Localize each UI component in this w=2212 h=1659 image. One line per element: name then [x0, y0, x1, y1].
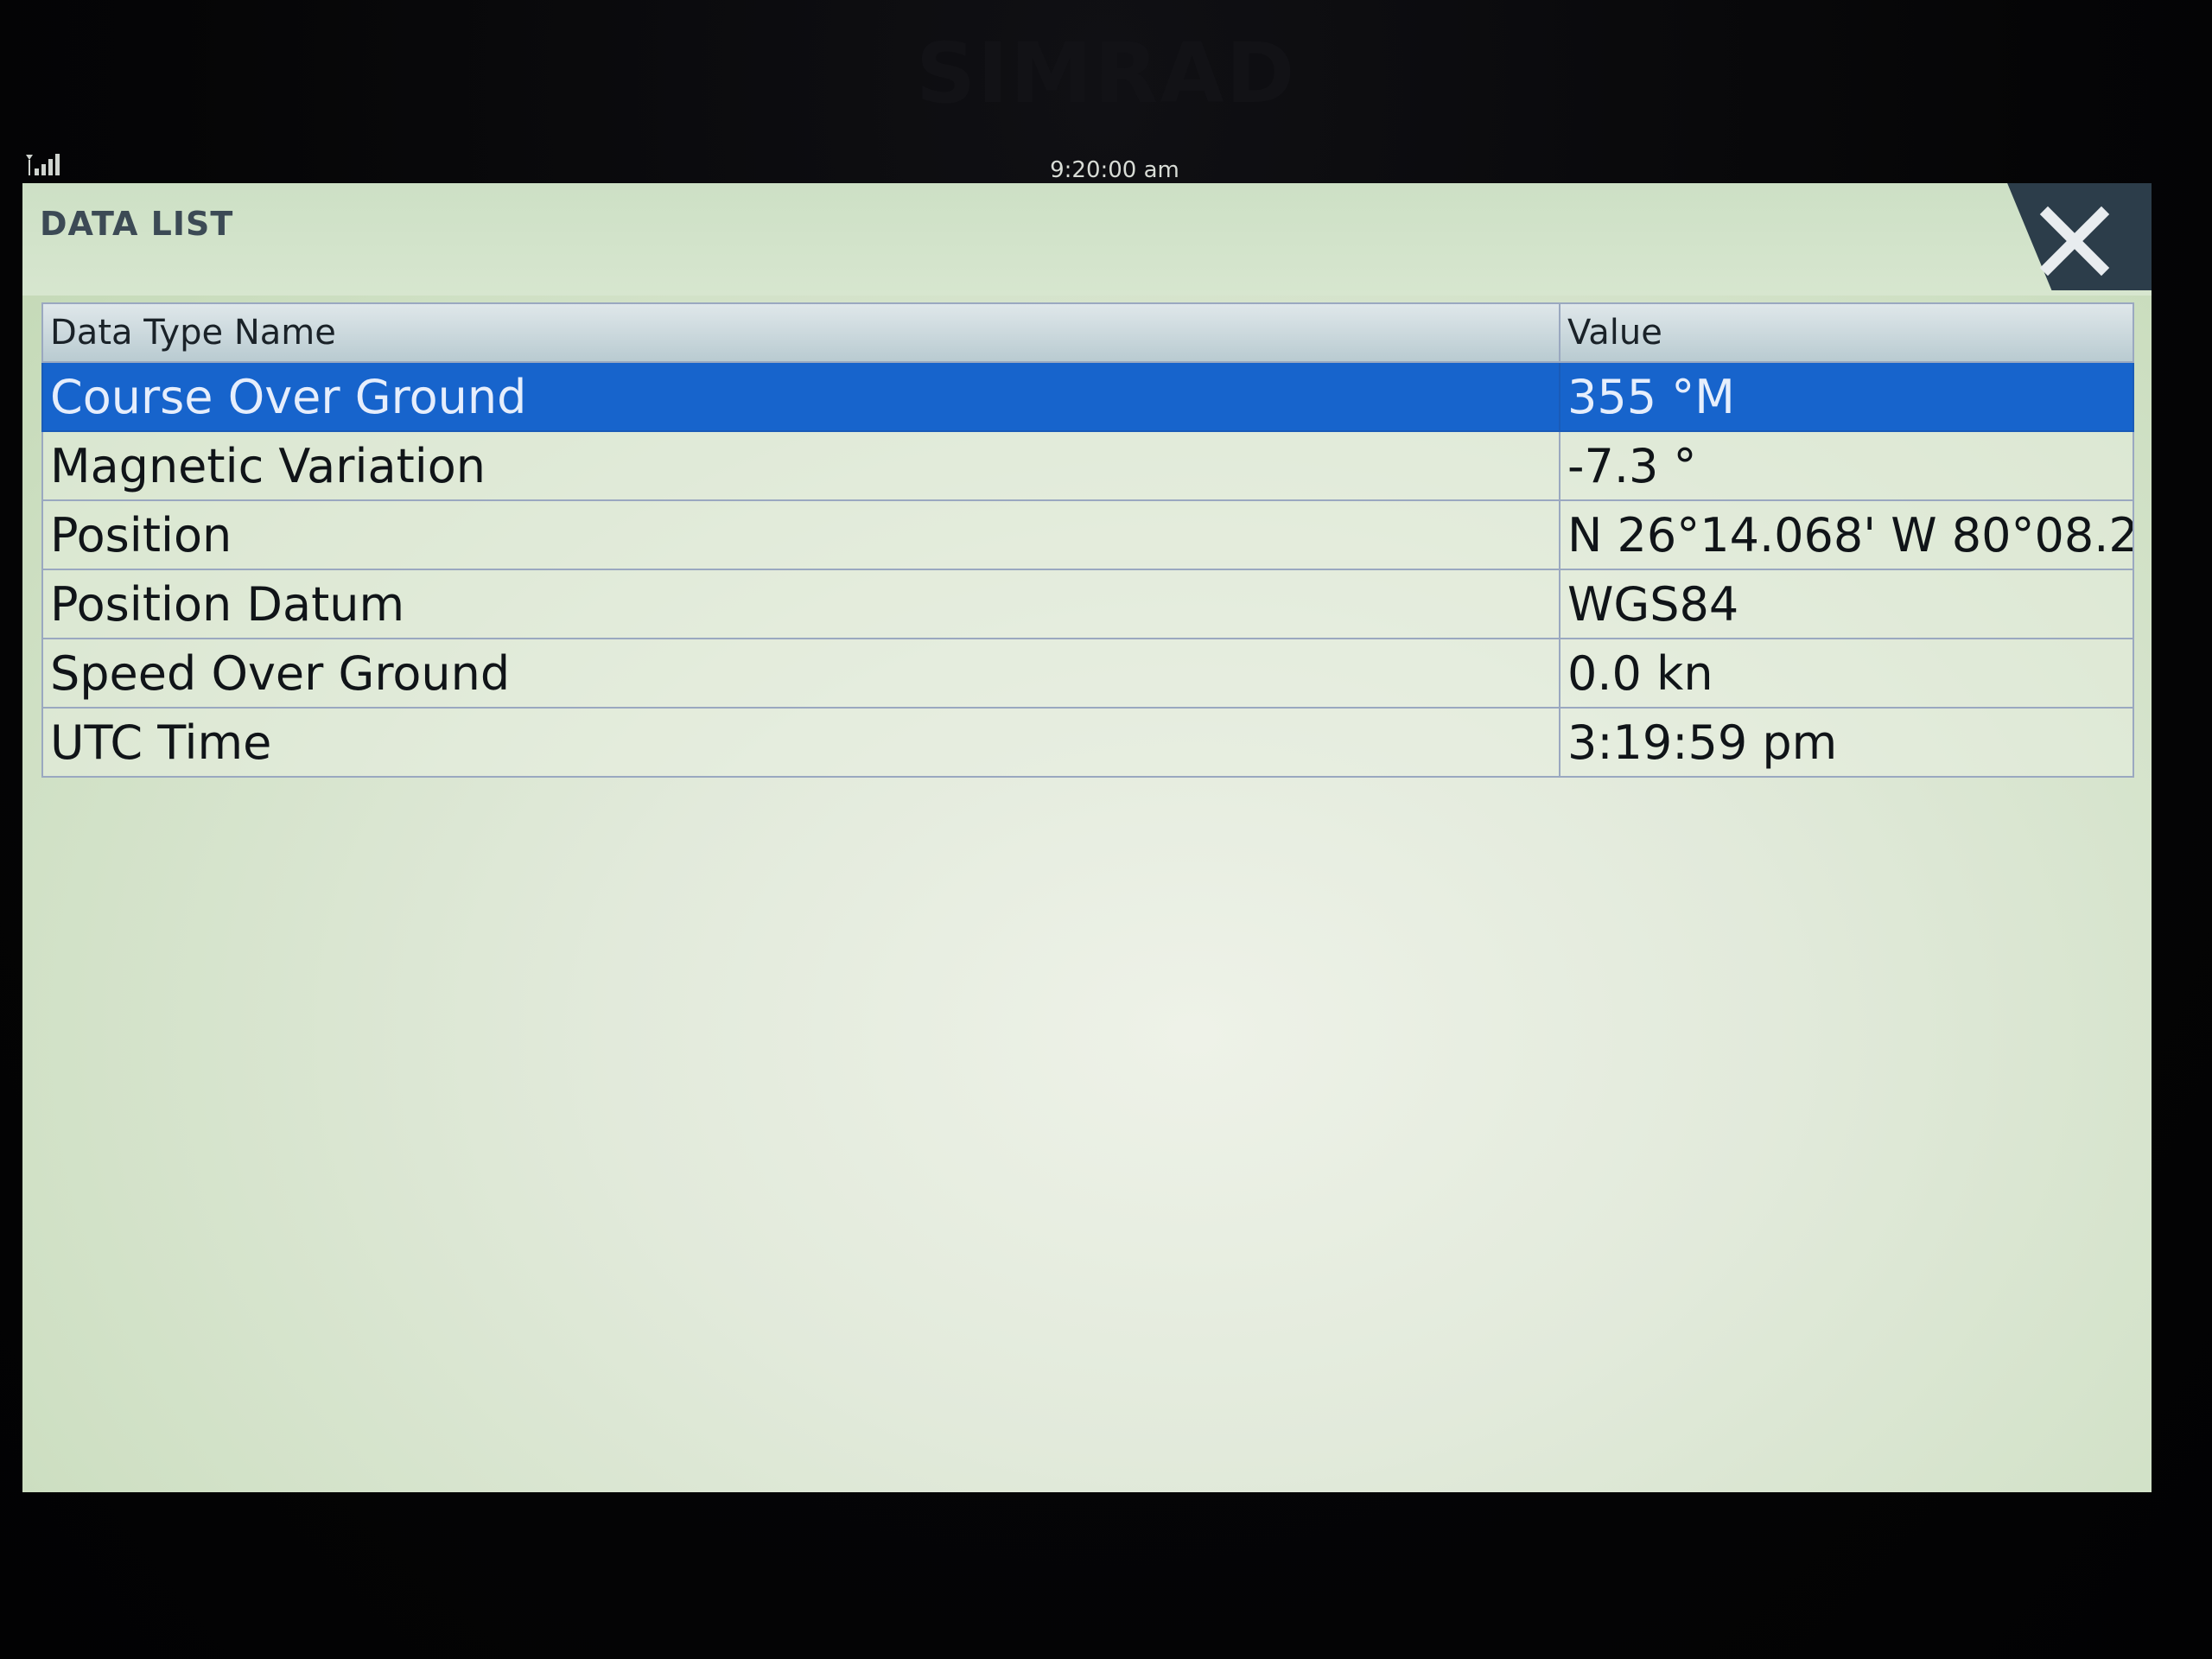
- brand-logo: SIMRAD: [916, 25, 1297, 122]
- row-name: Speed Over Ground: [41, 638, 1560, 709]
- row-name: Position Datum: [41, 569, 1560, 639]
- row-value: 0.0 kn: [1559, 638, 2134, 709]
- row-name: UTC Time: [41, 707, 1560, 778]
- table-row-position-datum[interactable]: Position Datum WGS84: [41, 569, 2134, 639]
- row-name: Position: [41, 499, 1560, 570]
- table-header-row: Data Type Name Value: [41, 302, 2134, 363]
- table-row-magnetic-variation[interactable]: Magnetic Variation -7.3 °: [41, 430, 2134, 501]
- row-name: Course Over Ground: [41, 361, 1560, 432]
- row-value: N 26°14.068' W 80°08.269': [1559, 499, 2134, 570]
- data-list-table: Data Type Name Value Course Over Ground …: [41, 302, 2134, 778]
- table-row-course-over-ground[interactable]: Course Over Ground 355 °M: [41, 361, 2134, 432]
- table-row-position[interactable]: Position N 26°14.068' W 80°08.269': [41, 499, 2134, 570]
- row-name: Magnetic Variation: [41, 430, 1560, 501]
- status-clock: 9:20:00 am: [1050, 157, 1179, 183]
- column-header-value[interactable]: Value: [1559, 302, 2134, 363]
- device-bezel: SIMRAD 9:20:00 am DATA LIST Data Type Na…: [0, 0, 2212, 1659]
- signal-strength-icon: [26, 154, 60, 175]
- dialog-header: DATA LIST: [22, 183, 2152, 296]
- row-value: 355 °M: [1559, 361, 2134, 432]
- row-value: 3:19:59 pm: [1559, 707, 2134, 778]
- table-row-speed-over-ground[interactable]: Speed Over Ground 0.0 kn: [41, 638, 2134, 709]
- close-icon[interactable]: [2036, 202, 2113, 280]
- table-row-utc-time[interactable]: UTC Time 3:19:59 pm: [41, 707, 2134, 778]
- row-value: -7.3 °: [1559, 430, 2134, 501]
- column-header-name[interactable]: Data Type Name: [41, 302, 1560, 363]
- data-list-dialog: DATA LIST Data Type Name Value Course Ov…: [22, 183, 2152, 1492]
- row-value: WGS84: [1559, 569, 2134, 639]
- dialog-title: DATA LIST: [40, 205, 234, 243]
